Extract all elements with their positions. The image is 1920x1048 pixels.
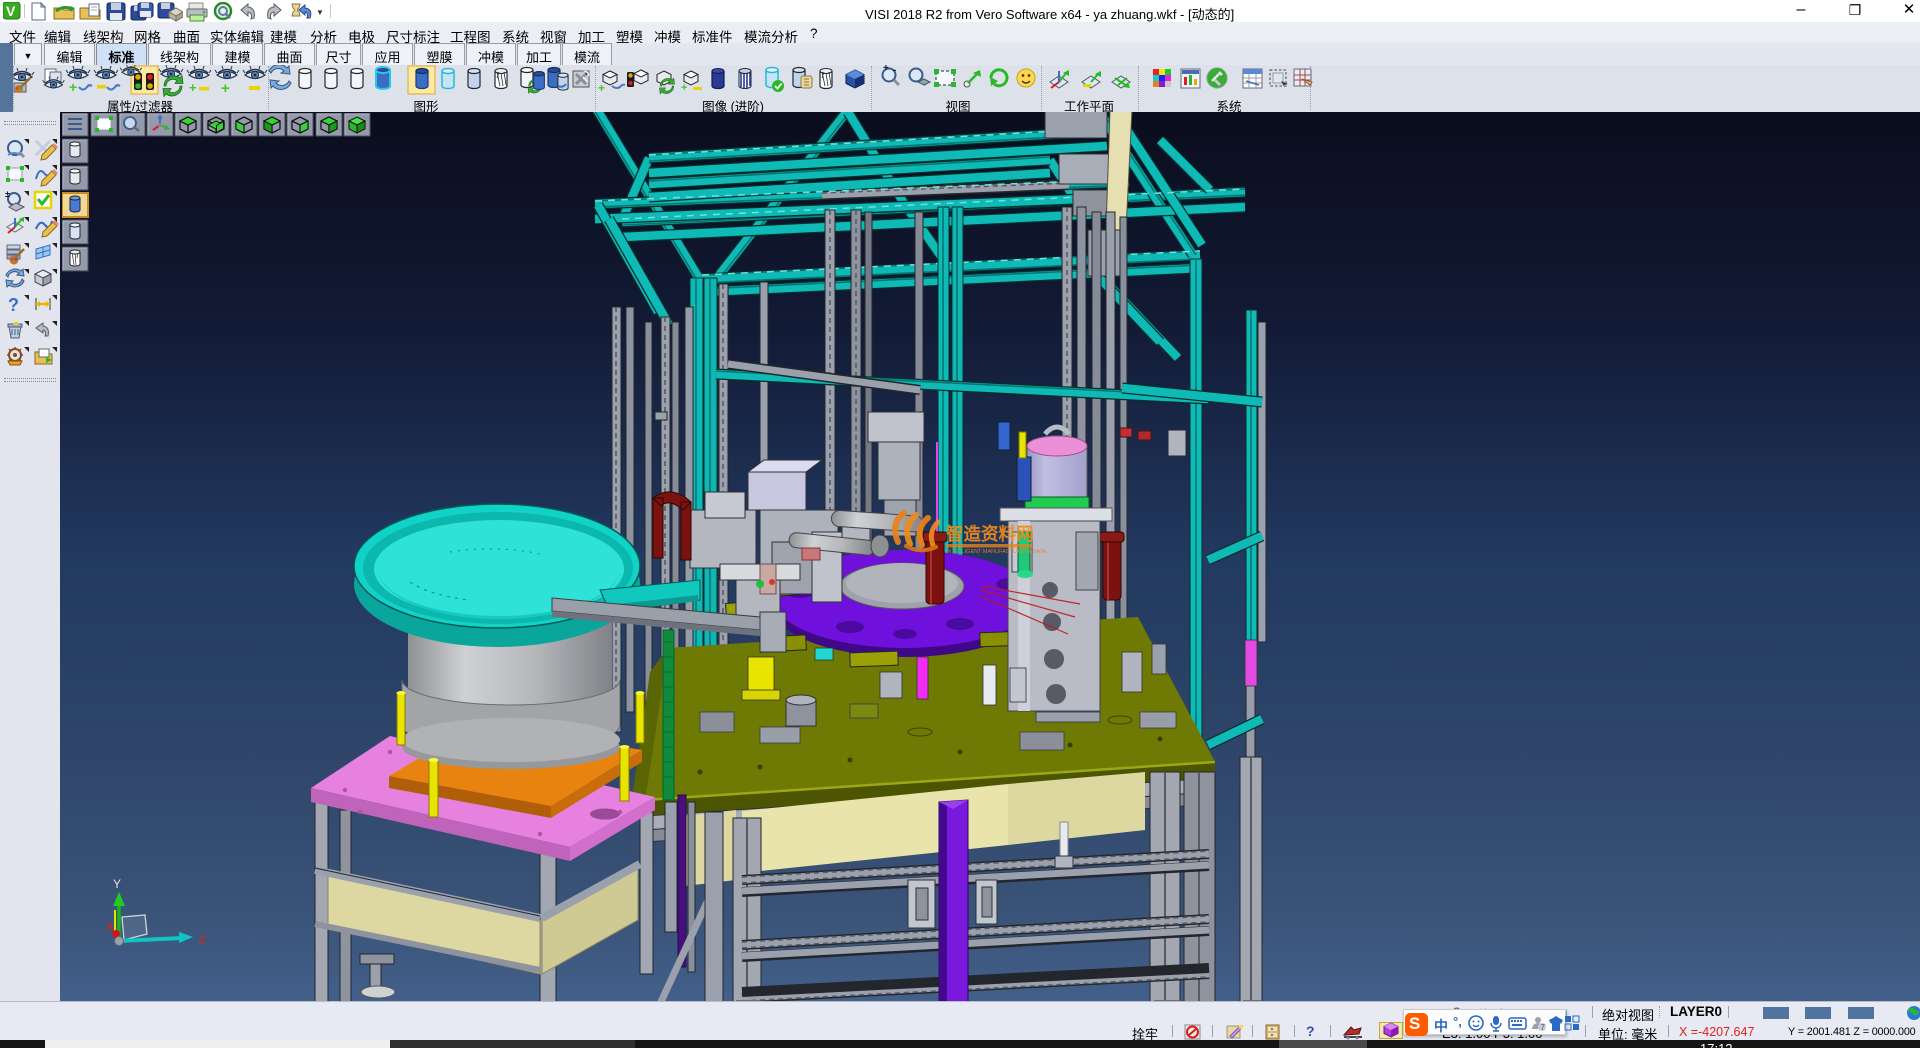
svg-text:7: 7 <box>1541 1023 1546 1032</box>
svg-text:+: + <box>883 65 889 74</box>
svg-text:+: + <box>189 80 197 95</box>
svg-text:Z: Z <box>199 933 206 947</box>
svg-text:-: - <box>893 65 896 76</box>
svg-text:V: V <box>6 3 16 19</box>
svg-text:+: + <box>221 80 230 97</box>
svg-text:智造资料网: 智造资料网 <box>946 524 1034 544</box>
svg-text:Y: Y <box>113 877 121 891</box>
svg-text:+: + <box>69 79 77 95</box>
svg-text:+: + <box>598 81 605 95</box>
svg-text:INTELLIGENT MANUFACTURING DATA: INTELLIGENT MANUFACTURING DATA <box>946 549 1047 555</box>
svg-text:X: X <box>107 922 114 933</box>
svg-text:?: ? <box>8 295 19 315</box>
svg-text:+: + <box>681 82 687 94</box>
svg-text:±: ± <box>5 189 10 199</box>
